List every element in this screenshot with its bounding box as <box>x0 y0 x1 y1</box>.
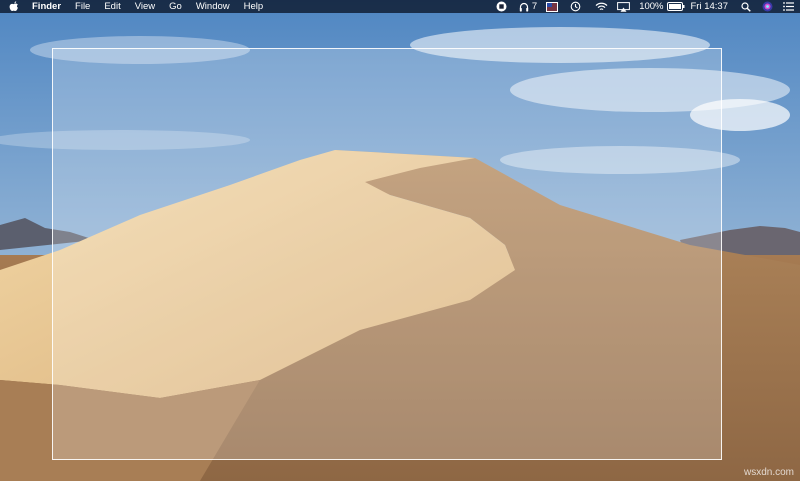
battery-percent: 100% <box>639 1 664 12</box>
time-machine-icon[interactable] <box>570 0 581 13</box>
clock[interactable]: Fri 14:37 <box>691 0 729 13</box>
menu-bar-left: Finder File Edit View Go Window Help <box>0 0 270 13</box>
apple-logo-icon[interactable] <box>9 1 21 13</box>
battery-icon[interactable] <box>666 0 685 13</box>
menu-view[interactable]: View <box>128 0 162 13</box>
airplay-icon[interactable] <box>617 0 631 13</box>
siri-icon[interactable] <box>762 0 773 13</box>
menu-bar-status: 7 100% Fri 14:37 <box>487 0 794 13</box>
notification-center-icon[interactable] <box>783 0 794 13</box>
menu-app-finder[interactable]: Finder <box>31 0 68 13</box>
screenshot-selection-area[interactable] <box>52 48 722 460</box>
record-icon[interactable] <box>496 0 507 13</box>
spotlight-search-icon[interactable] <box>741 0 751 13</box>
menu-window[interactable]: Window <box>189 0 237 13</box>
wifi-icon[interactable] <box>595 0 608 13</box>
menu-help[interactable]: Help <box>237 0 271 13</box>
headphones-icon[interactable] <box>519 0 529 13</box>
menu-bar: Finder File Edit View Go Window Help 7 1… <box>0 0 800 13</box>
menu-go[interactable]: Go <box>162 0 189 13</box>
watermark: wsxdn.com <box>743 467 794 478</box>
flag-icon[interactable] <box>546 0 559 13</box>
menu-edit[interactable]: Edit <box>97 0 127 13</box>
notification-count: 7 <box>531 1 538 12</box>
menu-file[interactable]: File <box>68 0 97 13</box>
